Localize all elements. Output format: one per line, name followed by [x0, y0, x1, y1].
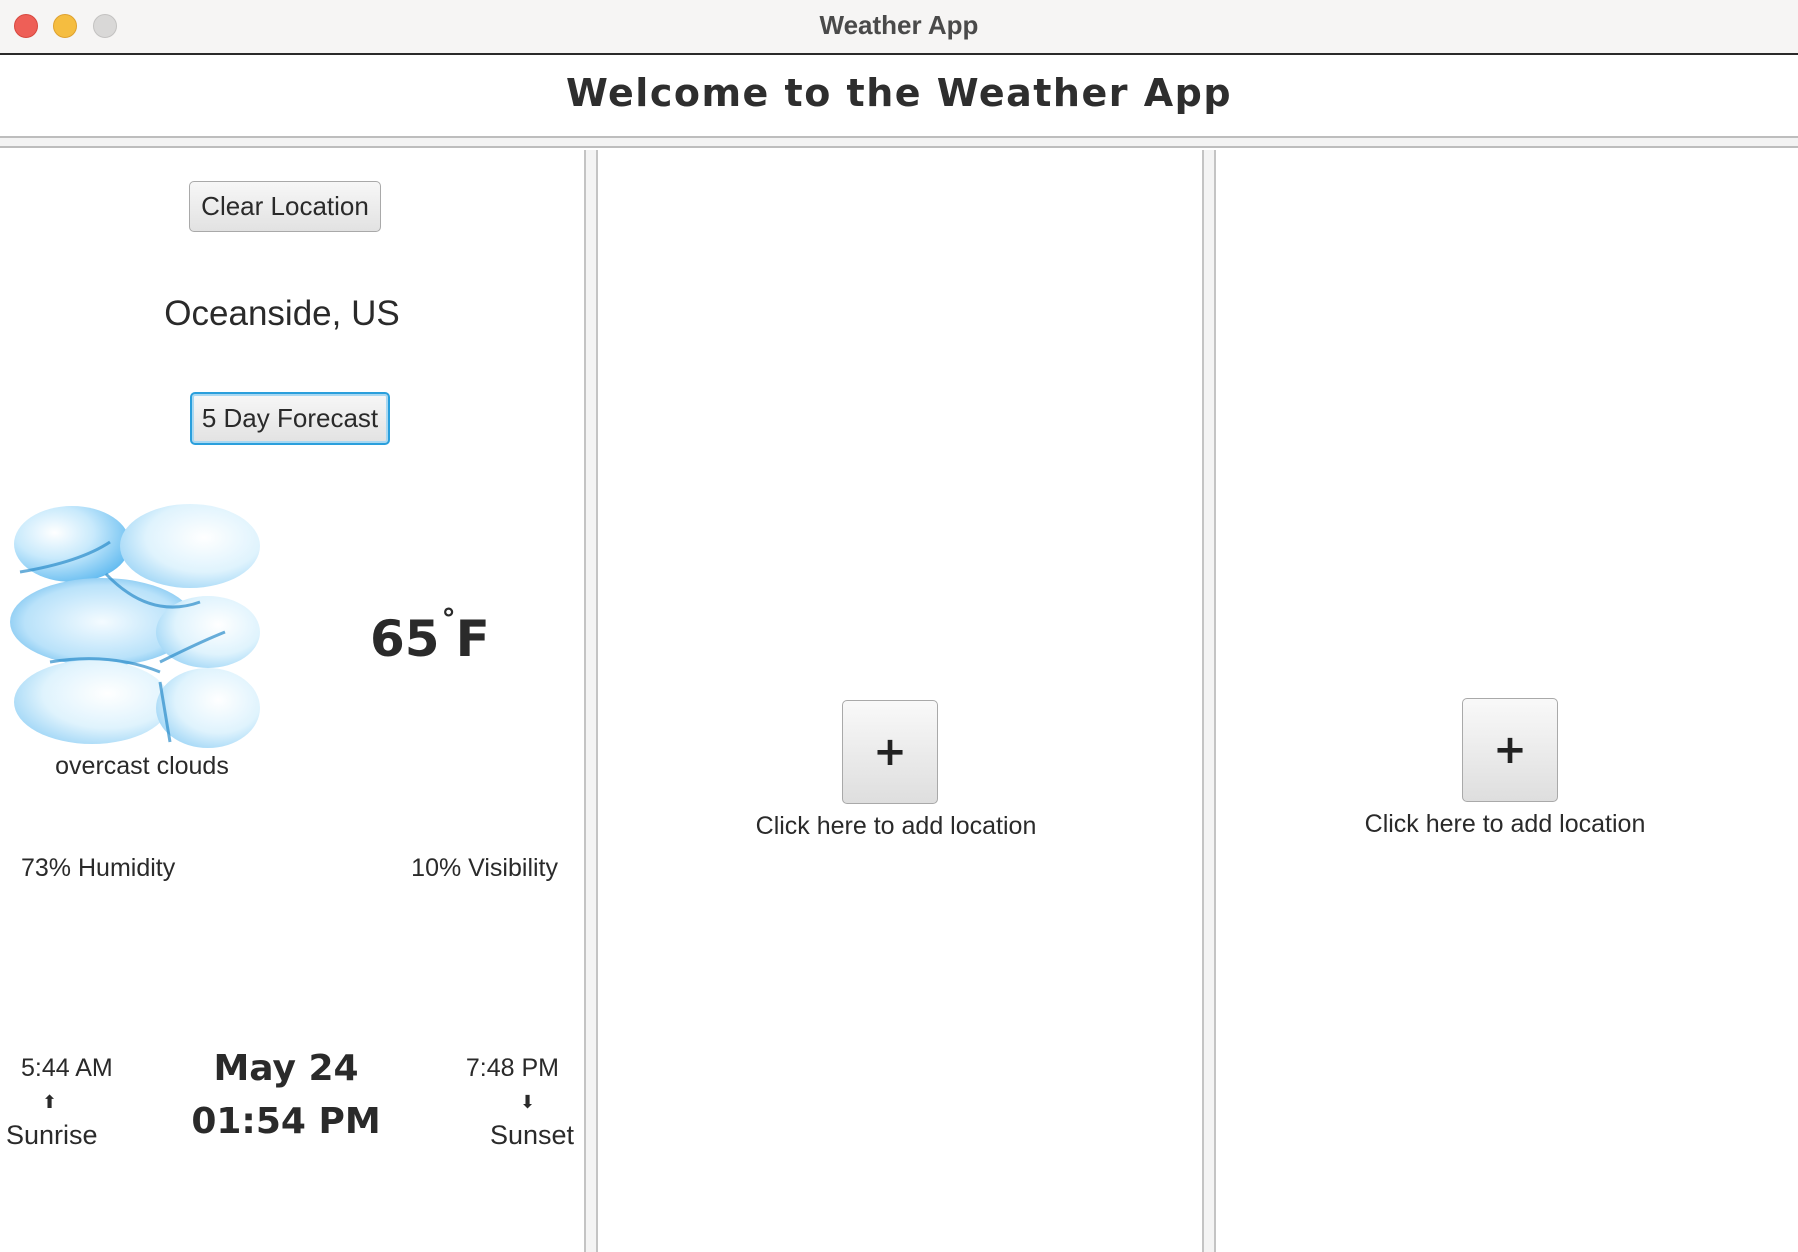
sunrise-time: 5:44 AM: [21, 1054, 113, 1082]
window-title: Weather App: [819, 10, 979, 40]
column-divider[interactable]: [584, 150, 598, 1252]
sunset-time: 7:48 PM: [465, 1054, 559, 1082]
current-date: May 24: [213, 1048, 359, 1089]
add-location-button[interactable]: +: [1462, 698, 1558, 802]
five-day-forecast-button[interactable]: 5 Day Forecast: [190, 392, 390, 445]
window-titlebar: Weather App: [0, 0, 1798, 55]
add-location-hint: Click here to add location: [1364, 810, 1646, 838]
temperature-unit: F: [455, 610, 490, 668]
sunrise-arrow-icon: ⬆: [42, 1092, 58, 1113]
clear-location-button[interactable]: Clear Location: [189, 181, 381, 232]
column-divider[interactable]: [1202, 150, 1216, 1252]
add-location-button[interactable]: +: [842, 700, 938, 804]
degree-symbol: °: [441, 602, 456, 635]
overcast-clouds-icon: [10, 502, 262, 750]
location-panel-1: Clear Location Oceanside, US 5 Day Forec…: [0, 150, 584, 1252]
add-location-hint: Click here to add location: [755, 812, 1037, 840]
header-divider: [0, 136, 1798, 148]
visibility-readout: 10% Visibility: [411, 854, 558, 882]
temperature-readout: 65°F: [370, 602, 490, 668]
location-panel-3: + Click here to add location: [1216, 150, 1798, 1252]
weather-description: overcast clouds: [55, 752, 229, 780]
location-name: Oceanside, US: [164, 294, 400, 333]
sunset-arrow-icon: ⬇: [520, 1092, 536, 1113]
humidity-readout: 73% Humidity: [21, 854, 176, 882]
temperature-value: 65: [370, 610, 440, 668]
location-panel-2: + Click here to add location: [598, 150, 1202, 1252]
sunrise-label: Sunrise: [6, 1120, 98, 1150]
current-time: 01:54 PM: [191, 1101, 381, 1142]
sunset-label: Sunset: [489, 1120, 574, 1150]
page-title: Welcome to the Weather App: [565, 71, 1233, 115]
app-header: Welcome to the Weather App: [0, 57, 1798, 137]
